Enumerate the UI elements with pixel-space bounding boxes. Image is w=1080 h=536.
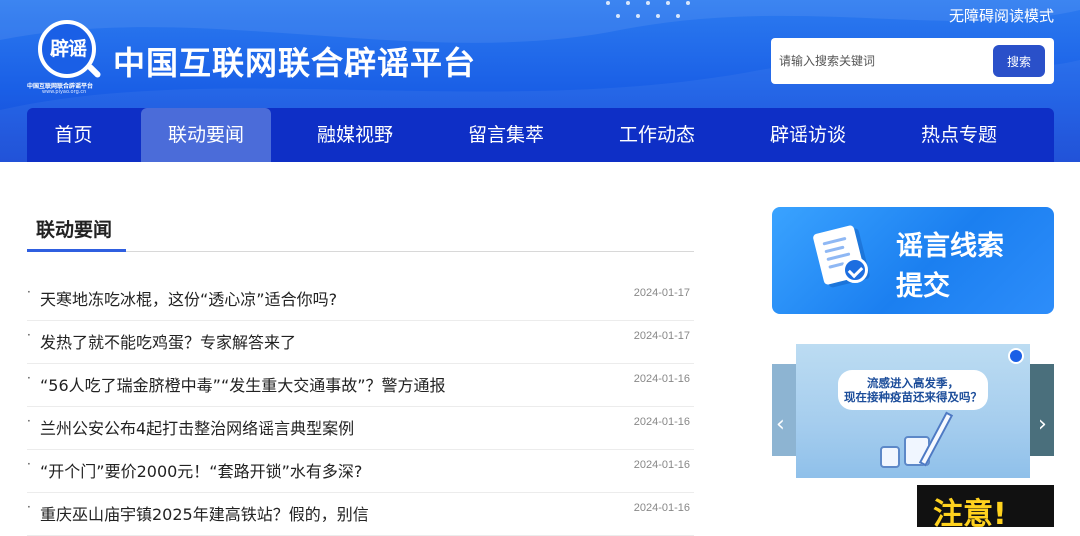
news-date: 2024-01-17	[633, 330, 690, 342]
nav-item-linked-news[interactable]: 联动要闻	[141, 108, 271, 162]
news-title[interactable]: 天寒地冻吃冰棍，这份“透心凉”适合你吗?	[40, 286, 337, 310]
carousel-prev-slide[interactable]: ‹	[772, 364, 796, 456]
section-title: 联动要闻	[36, 219, 113, 241]
search-box: 搜索	[771, 38, 1054, 84]
news-title[interactable]: “56人吃了瑞金脐橙中毒”“发生重大交通事故”？警方通报	[40, 372, 446, 396]
bullet: ·	[27, 500, 31, 514]
image-carousel: ‹ › 流感进入高发季， 现在接种疫苗还来得及吗？	[772, 344, 1054, 478]
section-title-underline	[27, 249, 126, 252]
news-title[interactable]: 兰州公安公布4起打击整治网络谣言典型案例	[40, 415, 354, 439]
news-item[interactable]: · 重庆巫山庙宇镇2025年建高铁站？假的，别信 2024-01-16	[27, 493, 694, 536]
search-button[interactable]: 搜索	[993, 45, 1045, 77]
bullet: ·	[27, 285, 31, 299]
banner-line-2: 提交	[896, 271, 950, 302]
news-item[interactable]: · 兰州公安公布4起打击整治网络谣言典型案例 2024-01-16	[27, 407, 694, 450]
dot-pattern-decoration	[600, 0, 700, 22]
slide-caption: 流感进入高发季， 现在接种疫苗还来得及吗？	[838, 370, 988, 410]
nav-item-home[interactable]: 首页	[27, 108, 120, 162]
slide-logo-icon	[1008, 348, 1024, 364]
carousel-next-slide[interactable]: ›	[1030, 364, 1054, 456]
nav-item-media[interactable]: 融媒视野	[290, 108, 420, 162]
news-list: · 天寒地冻吃冰棍，这份“透心凉”适合你吗? 2024-01-17 · 发热了就…	[27, 278, 694, 536]
bullet: ·	[27, 328, 31, 342]
news-title[interactable]: 发热了就不能吃鸡蛋？专家解答来了	[40, 329, 296, 353]
nav-item-work-updates[interactable]: 工作动态	[592, 108, 722, 162]
logo-url: www.piyao.org.cn	[42, 89, 87, 95]
news-date: 2024-01-17	[633, 287, 690, 299]
news-item[interactable]: · “56人吃了瑞金脐橙中毒”“发生重大交通事故”？警方通报 2024-01-1…	[27, 364, 694, 407]
vaccine-vial-icon	[880, 446, 900, 468]
chevron-right-icon[interactable]: ›	[1038, 412, 1047, 437]
news-item[interactable]: · “开个门”要价2000元！“套路开锁”水有多深? 2024-01-16	[27, 450, 694, 493]
checkmark-icon	[842, 257, 868, 283]
banner-line-1: 谣言线索	[896, 231, 1004, 262]
logo-text: 辟谣	[49, 38, 87, 60]
section-divider	[27, 251, 694, 252]
bullet: ·	[27, 414, 31, 428]
slide-caption-line-2: 现在接种疫苗还来得及吗？	[844, 390, 982, 404]
rumor-report-banner[interactable]: 谣言线索 提交	[772, 207, 1054, 314]
accessibility-mode-link[interactable]: 无障碍阅读模式	[949, 5, 1054, 26]
news-date: 2024-01-16	[633, 502, 690, 514]
nav-item-interviews[interactable]: 辟谣访谈	[743, 108, 873, 162]
logo-handle	[86, 63, 102, 79]
nav-item-topics[interactable]: 热点专题	[894, 108, 1024, 162]
search-input[interactable]	[779, 50, 979, 72]
main-nav: 首页 联动要闻 融媒视野 留言集萃 工作动态 辟谣访谈 热点专题	[27, 108, 1054, 162]
news-date: 2024-01-16	[633, 416, 690, 428]
news-item[interactable]: · 发热了就不能吃鸡蛋？专家解答来了 2024-01-17	[27, 321, 694, 364]
notice-text: 注意!	[933, 497, 1007, 527]
chevron-left-icon[interactable]: ‹	[776, 412, 785, 437]
news-title[interactable]: 重庆巫山庙宇镇2025年建高铁站？假的，别信	[40, 501, 369, 525]
bullet: ·	[27, 457, 31, 471]
banner-text: 谣言线索 提交	[896, 227, 1004, 307]
news-title[interactable]: “开个门”要价2000元！“套路开锁”水有多深?	[40, 458, 362, 482]
nav-item-messages[interactable]: 留言集萃	[441, 108, 571, 162]
carousel-slide[interactable]: 流感进入高发季， 现在接种疫苗还来得及吗？	[796, 344, 1030, 478]
news-date: 2024-01-16	[633, 459, 690, 471]
news-item[interactable]: · 天寒地冻吃冰棍，这份“透心凉”适合你吗? 2024-01-17	[27, 278, 694, 321]
bullet: ·	[27, 371, 31, 385]
site-title: 中国互联网联合辟谣平台	[113, 44, 477, 82]
site-header: 辟谣 中国互联网联合辟谣平台 www.piyao.org.cn 中国互联网联合辟…	[0, 0, 1080, 162]
notice-banner[interactable]: 注意!	[917, 485, 1054, 527]
slide-caption-line-1: 流感进入高发季，	[867, 376, 959, 390]
news-date: 2024-01-16	[633, 373, 690, 385]
